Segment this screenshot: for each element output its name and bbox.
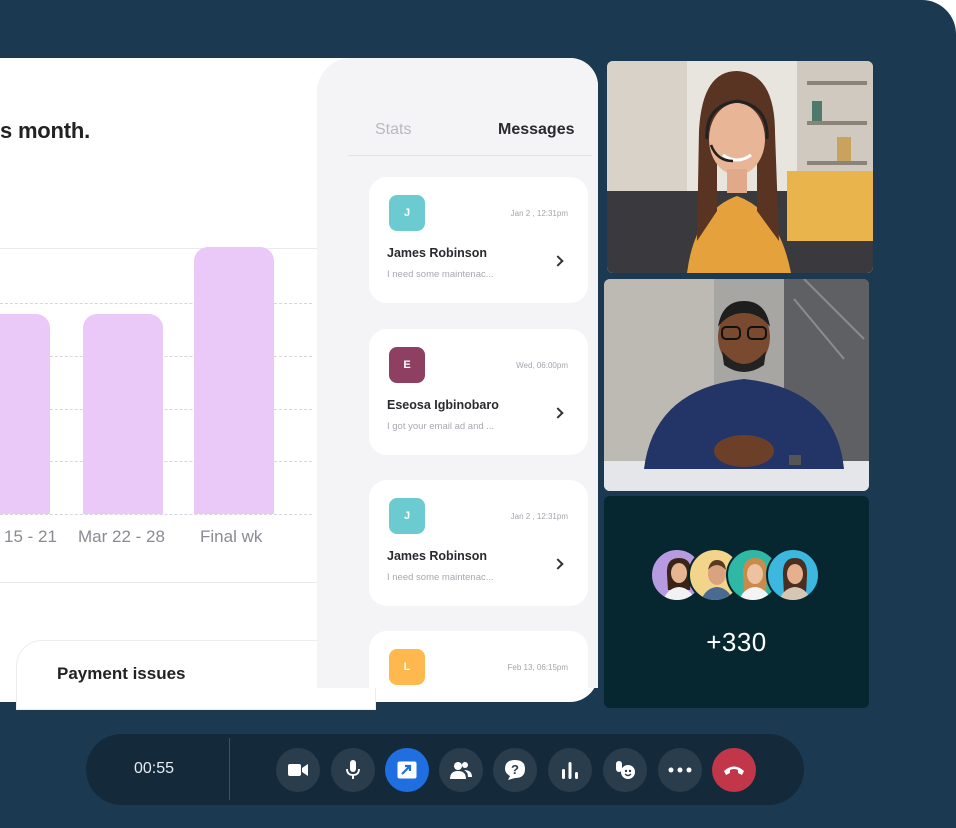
chart-bar: [194, 247, 274, 514]
share-screen-icon: [397, 761, 417, 779]
more-icon: [668, 767, 692, 773]
message-time: Jan 2 , 12:31pm: [510, 209, 568, 218]
end-call-icon: [724, 766, 744, 775]
avatar: J: [389, 195, 425, 231]
raise-hand-button[interactable]: [603, 748, 647, 792]
help-button[interactable]: ?: [493, 748, 537, 792]
page-title: s month.: [0, 118, 91, 143]
participant-avatar: [766, 548, 820, 602]
avatar: J: [389, 498, 425, 534]
divider: [0, 582, 317, 583]
message-card[interactable]: L Feb 13, 06:15pm: [369, 631, 588, 688]
more-participants-tile[interactable]: [604, 496, 869, 708]
grid-line: [0, 514, 312, 515]
bar-label: Final wk: [200, 527, 263, 546]
message-time: Wed, 06:00pm: [516, 361, 568, 370]
message-time: Feb 13, 06:15pm: [507, 663, 568, 672]
avatar: L: [389, 649, 425, 685]
bar-label: 15 - 21: [4, 527, 57, 546]
more-options-button[interactable]: [658, 748, 702, 792]
stats-icon: [562, 762, 578, 779]
controls-divider: [229, 738, 230, 800]
message-preview: I need some maintenac...: [387, 269, 494, 280]
message-time: Jan 2 , 12:31pm: [510, 512, 568, 521]
participants-icon: [450, 762, 472, 779]
message-card[interactable]: J Jan 2 , 12:31pm James Robinson I need …: [369, 177, 588, 303]
share-screen-button[interactable]: [385, 748, 429, 792]
message-card[interactable]: J Jan 2 , 12:31pm James Robinson I need …: [369, 480, 588, 606]
participants-button[interactable]: [439, 748, 483, 792]
microphone-icon: [346, 760, 360, 779]
chevron-right-icon[interactable]: [552, 558, 564, 570]
camera-button[interactable]: [276, 748, 320, 792]
tab-divider: [348, 155, 592, 156]
payment-issues-title: Payment issues: [57, 664, 186, 683]
raise-hand-icon: [616, 761, 635, 779]
microphone-button[interactable]: [331, 748, 375, 792]
participant-video: [607, 61, 873, 273]
avatar: E: [389, 347, 425, 383]
camera-icon: [288, 764, 308, 776]
message-preview: I got your email ad and ...: [387, 421, 495, 432]
help-icon: ?: [505, 760, 525, 780]
message-card[interactable]: E Wed, 06:00pm Eseosa Igbinobaro I got y…: [369, 329, 588, 455]
chevron-right-icon[interactable]: [552, 407, 564, 419]
end-call-button[interactable]: [712, 748, 756, 792]
message-sender: James Robinson: [387, 549, 488, 563]
video-tile-participant-2[interactable]: [604, 279, 869, 491]
message-sender: Eseosa Igbinobaro: [387, 398, 499, 412]
bar-label: Mar 22 - 28: [78, 527, 165, 546]
message-sender: James Robinson: [387, 246, 488, 260]
chart-bar: [83, 313, 163, 514]
message-preview: I need some maintenac...: [387, 572, 494, 583]
chart-bar: [0, 313, 50, 514]
participant-video: [604, 279, 869, 491]
call-timer: 00:55: [134, 760, 175, 777]
divider: [0, 248, 317, 249]
participant-overflow-count: +330: [706, 627, 767, 657]
chevron-right-icon[interactable]: [552, 255, 564, 267]
video-tile-participant-1[interactable]: [607, 61, 873, 273]
tab-messages[interactable]: Messages: [498, 121, 575, 139]
tab-stats[interactable]: Stats: [375, 121, 411, 139]
stats-button[interactable]: [548, 748, 592, 792]
svg-text:?: ?: [511, 762, 519, 777]
